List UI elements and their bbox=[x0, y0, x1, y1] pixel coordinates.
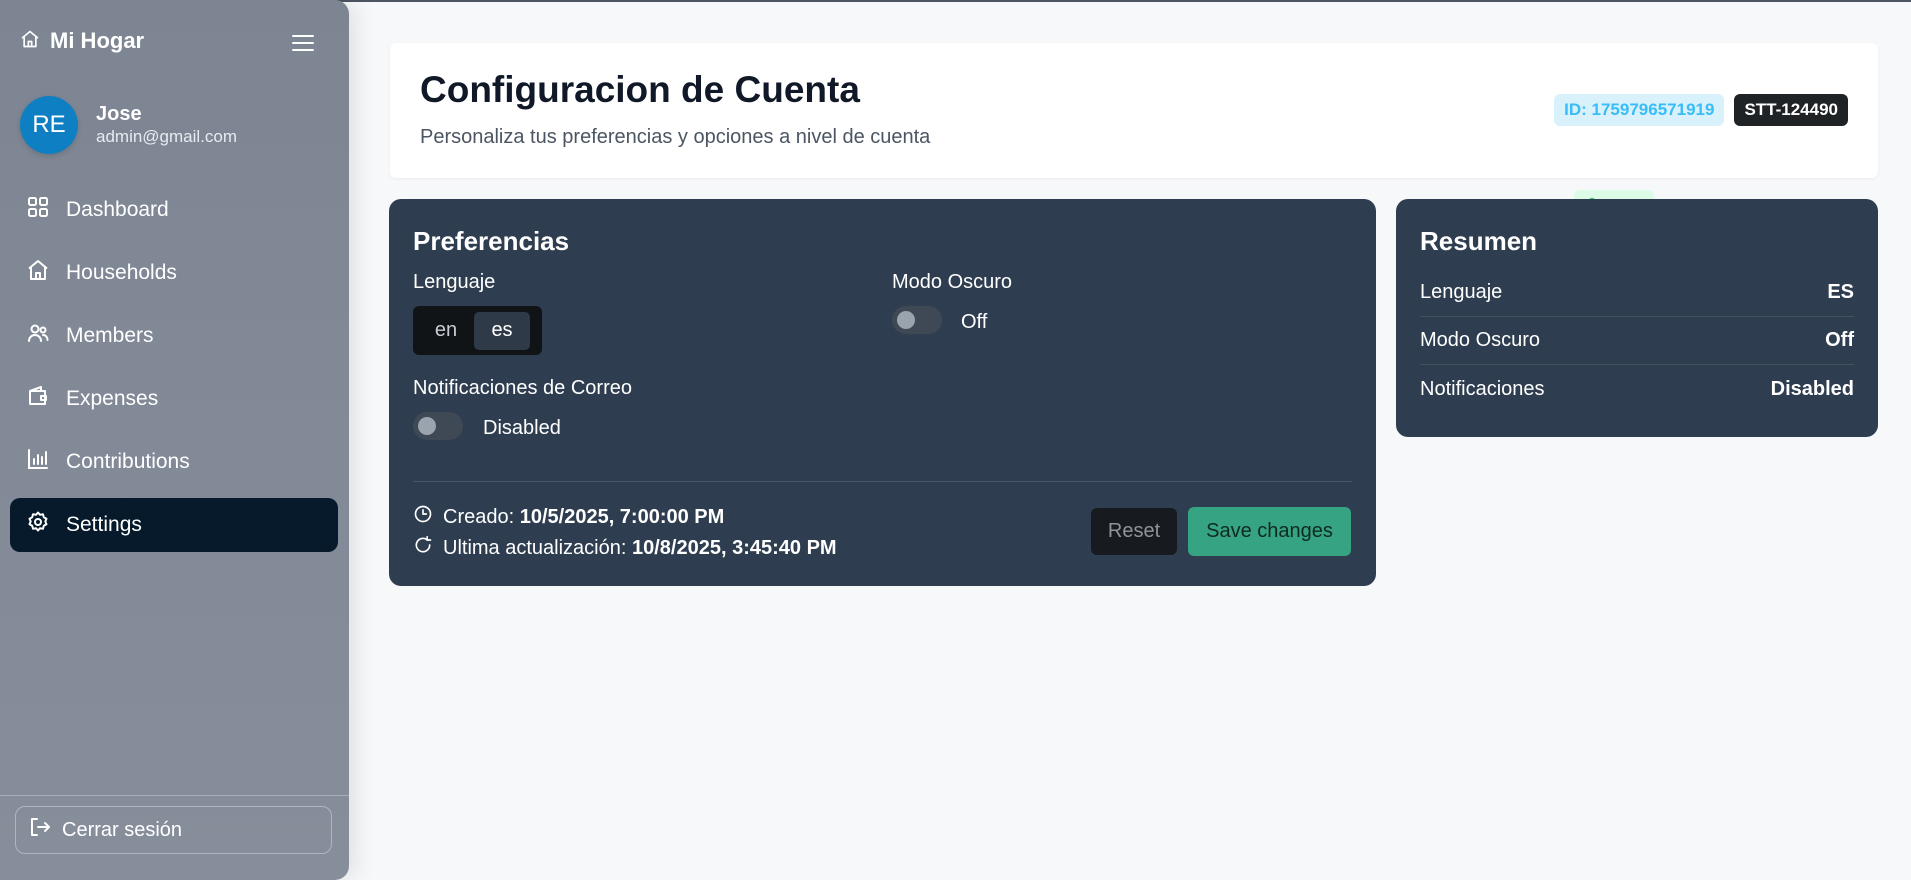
summary-row-label: Lenguaje bbox=[1420, 281, 1503, 303]
summary-row: Notificaciones Disabled bbox=[1420, 365, 1854, 413]
summary-row-label: Notificaciones bbox=[1420, 377, 1545, 400]
user-name: Jose bbox=[96, 103, 142, 125]
preferences-card: Preferencias Lenguaje en es Modo Oscuro … bbox=[389, 199, 1376, 586]
summary-row: Modo Oscuro Off bbox=[1420, 317, 1854, 365]
user-profile: RE Jose admin@gmail.com bbox=[20, 96, 237, 154]
sidebar-item-expenses[interactable]: Expenses bbox=[10, 372, 338, 426]
save-button[interactable]: Save changes bbox=[1188, 507, 1351, 556]
sidebar: Mi Hogar RE Jose admin@gmail.com Dashboa… bbox=[0, 0, 349, 880]
sidebar-divider bbox=[0, 795, 349, 796]
page-subtitle: Personaliza tus preferencias y opciones … bbox=[420, 126, 931, 148]
clock-icon bbox=[413, 504, 433, 530]
logout-icon bbox=[28, 815, 52, 845]
language-toggle: en es bbox=[413, 306, 542, 355]
summary-row: Lenguaje ES bbox=[1420, 269, 1854, 317]
language-option-en[interactable]: en bbox=[418, 312, 474, 350]
email-notifications-label: Notificaciones de Correo bbox=[413, 377, 632, 399]
sidebar-item-label: Expenses bbox=[66, 387, 159, 410]
created-value: 10/5/2025, 7:00:00 PM bbox=[519, 505, 725, 528]
id-badge: ID: 1759796571919 bbox=[1554, 94, 1725, 126]
summary-row-value: Disabled bbox=[1770, 377, 1854, 400]
sidebar-item-label: Contributions bbox=[66, 450, 190, 473]
user-email: admin@gmail.com bbox=[96, 127, 238, 146]
email-notifications-state: Disabled bbox=[483, 417, 561, 439]
avatar: RE bbox=[20, 96, 78, 154]
brand-title: Mi Hogar bbox=[50, 28, 145, 53]
page-header: Configuracion de Cuenta Personaliza tus … bbox=[390, 43, 1878, 222]
sidebar-item-households[interactable]: Households bbox=[10, 246, 338, 300]
sidebar-item-contributions[interactable]: Contributions bbox=[10, 435, 338, 489]
sidebar-nav: Dashboard Households Members Expenses Co… bbox=[10, 183, 338, 561]
logout-button[interactable]: Cerrar sesión bbox=[15, 806, 332, 854]
brand[interactable]: Mi Hogar bbox=[20, 28, 144, 54]
dark-mode-label: Modo Oscuro bbox=[892, 271, 1013, 293]
grid-icon bbox=[26, 195, 50, 225]
wallet-icon bbox=[26, 384, 50, 414]
summary-row-value: Off bbox=[1825, 329, 1854, 351]
language-label: Lenguaje bbox=[413, 271, 496, 293]
summary-title: Resumen bbox=[1420, 226, 1538, 256]
updated-label: Ultima actualización: bbox=[443, 536, 627, 559]
created-info: Creado: 10/5/2025, 7:00:00 PM bbox=[413, 504, 724, 530]
sidebar-item-members[interactable]: Members bbox=[10, 309, 338, 363]
email-notifications-switch[interactable] bbox=[413, 412, 463, 440]
sidebar-item-label: Members bbox=[66, 324, 154, 347]
sidebar-item-dashboard[interactable]: Dashboard bbox=[10, 183, 338, 237]
sidebar-item-label: Households bbox=[66, 261, 177, 284]
home-icon bbox=[20, 29, 40, 54]
page-title: Configuracion de Cuenta bbox=[420, 69, 860, 110]
refresh-icon bbox=[413, 535, 433, 561]
summary-row-label: Modo Oscuro bbox=[1420, 329, 1541, 351]
summary-card: Resumen Lenguaje ES Modo Oscuro Off Noti… bbox=[1396, 199, 1878, 437]
home-icon bbox=[26, 258, 50, 288]
logout-label: Cerrar sesión bbox=[62, 818, 183, 841]
preferences-title: Preferencias bbox=[413, 226, 570, 256]
users-icon bbox=[26, 321, 50, 351]
gear-icon bbox=[26, 510, 50, 540]
summary-row-value: ES bbox=[1827, 281, 1854, 303]
dark-mode-state: Off bbox=[961, 311, 988, 333]
dark-mode-switch[interactable] bbox=[892, 306, 942, 334]
hamburger-menu-icon[interactable] bbox=[290, 32, 316, 54]
badge-group: User ID: 1759796571919 STT-124490 bbox=[1554, 94, 1848, 222]
updated-info: Ultima actualización: 10/8/2025, 3:45:40… bbox=[413, 535, 837, 561]
language-option-es[interactable]: es bbox=[474, 311, 530, 350]
bar-chart-icon bbox=[26, 447, 50, 477]
created-label: Creado: bbox=[443, 505, 515, 528]
sidebar-item-settings[interactable]: Settings bbox=[10, 498, 338, 552]
updated-value: 10/8/2025, 3:45:40 PM bbox=[631, 536, 837, 559]
sidebar-item-label: Dashboard bbox=[66, 198, 169, 221]
card-divider bbox=[413, 481, 1352, 482]
sidebar-item-label: Settings bbox=[66, 513, 142, 536]
stt-badge: STT-124490 bbox=[1734, 94, 1848, 126]
reset-button[interactable]: Reset bbox=[1091, 508, 1177, 555]
